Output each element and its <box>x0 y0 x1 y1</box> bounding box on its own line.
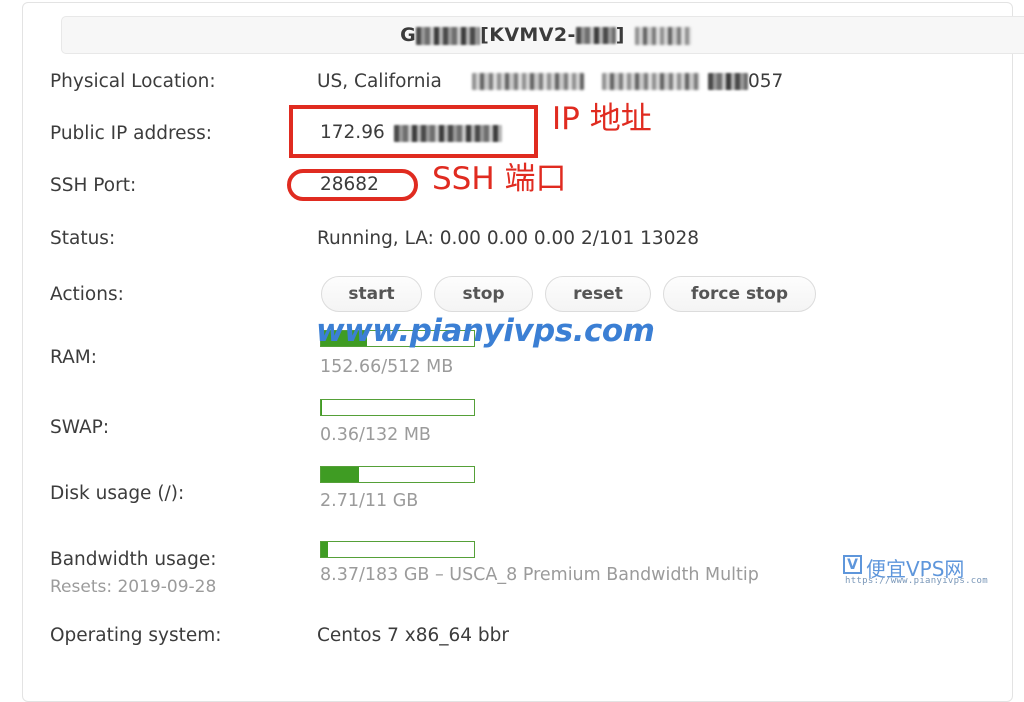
panel-header-title: G [KVMV2-] <box>62 24 1024 46</box>
swap-usage-text: 0.36/132 MB <box>320 425 431 445</box>
bandwidth-reset-label: Resets: 2019-09-28 <box>50 577 216 597</box>
bandwidth-usage-label: Bandwidth usage: <box>50 549 216 570</box>
actions-label: Actions: <box>50 284 124 305</box>
swap-progress-bar <box>320 399 475 416</box>
ip-annotation: IP 地址 <box>552 104 652 135</box>
ssh-port-annotation: SSH 端口 <box>432 164 567 195</box>
disk-progress-bar <box>320 466 475 483</box>
physical-location-tail: 057 <box>748 71 783 92</box>
panel-header: G [KVMV2-] <box>61 16 1024 54</box>
ram-label: RAM: <box>50 347 97 368</box>
reset-button[interactable]: reset <box>545 276 651 312</box>
disk-usage-text: 2.71/11 GB <box>320 491 418 511</box>
operating-system-label: Operating system: <box>50 625 222 646</box>
physical-location-redaction-2 <box>602 73 700 90</box>
swap-label: SWAP: <box>50 417 109 438</box>
corner-watermark: V 便宜VPS网 https://www.pianyivps.com <box>843 553 1013 595</box>
watermark-site-url: https://www.pianyivps.com <box>845 576 988 586</box>
force-stop-button[interactable]: force stop <box>663 276 816 312</box>
physical-location-redaction-1 <box>472 73 584 90</box>
stop-button[interactable]: stop <box>434 276 533 312</box>
physical-location-label: Physical Location: <box>50 71 216 92</box>
physical-location-redaction-3 <box>708 73 748 90</box>
header-prefix: G <box>400 24 416 46</box>
status-value: Running, LA: 0.00 0.00 0.00 2/101 13028 <box>317 228 699 249</box>
bandwidth-progress-bar <box>320 541 475 558</box>
watermark-badge-icon: V <box>843 555 862 574</box>
ip-highlight-box <box>289 105 538 158</box>
ram-usage-text: 152.66/512 MB <box>320 357 453 377</box>
operating-system-value: Centos 7 x86_64 bbr <box>317 625 509 646</box>
bandwidth-progress-fill <box>321 542 328 557</box>
header-redaction-3 <box>635 27 691 45</box>
status-label: Status: <box>50 228 115 249</box>
disk-progress-fill <box>321 467 359 482</box>
header-redaction-2 <box>576 27 616 44</box>
header-redaction-1 <box>416 27 480 45</box>
header-suffix: ] <box>616 24 625 46</box>
disk-usage-label: Disk usage (/): <box>50 483 184 504</box>
bandwidth-usage-text: 8.37/183 GB – USCA_8 Premium Bandwidth M… <box>320 565 759 585</box>
header-middle: [KVMV2- <box>480 24 576 46</box>
ssh-port-label: SSH Port: <box>50 175 136 196</box>
public-ip-label: Public IP address: <box>50 123 212 144</box>
ssh-port-highlight-box <box>287 169 418 201</box>
physical-location-value: US, California <box>317 71 442 92</box>
center-watermark: www.pianyivps.com <box>316 313 654 349</box>
start-button[interactable]: start <box>321 276 422 312</box>
